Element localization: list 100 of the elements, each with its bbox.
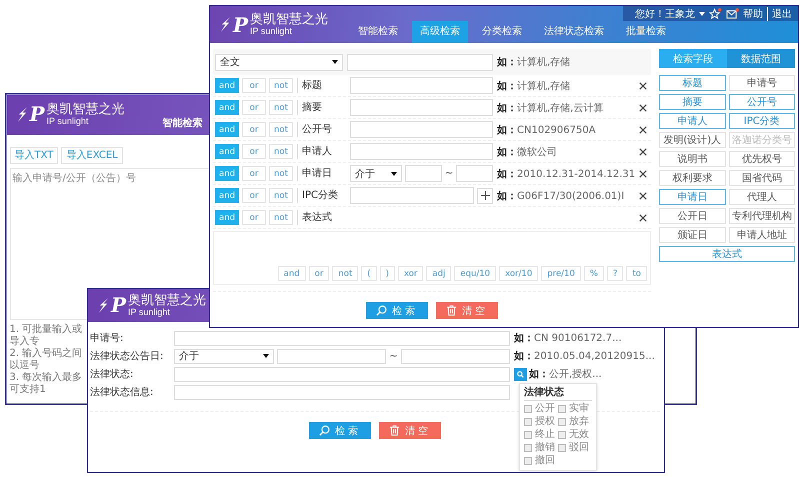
operator-button[interactable]: and (278, 266, 306, 281)
operator-button[interactable]: to (626, 266, 647, 281)
operator-button[interactable]: xor (398, 266, 424, 281)
operator-toggle[interactable]: not (269, 188, 293, 203)
operator-toggle[interactable]: not (269, 144, 293, 159)
operator-toggle[interactable]: and (215, 188, 239, 203)
operator-toggle[interactable]: or (242, 210, 266, 225)
operator-button[interactable]: or (308, 266, 330, 281)
input-field[interactable] (174, 330, 510, 346)
remove-icon[interactable] (639, 192, 647, 200)
checkbox[interactable] (558, 418, 566, 426)
nav-tab[interactable]: 法律状态检索 (536, 21, 612, 43)
checkbox[interactable] (524, 405, 532, 413)
nav-tab[interactable]: 智能检索 (350, 21, 406, 43)
field-toggle[interactable]: 权利要求 (659, 170, 726, 186)
user-greeting[interactable]: 您好！王象龙 (635, 6, 695, 20)
checkbox[interactable] (524, 418, 532, 426)
nav-tab[interactable]: 批量检索 (618, 21, 674, 43)
add-button[interactable] (477, 188, 493, 204)
operator-toggle[interactable]: or (242, 188, 266, 203)
clear-button[interactable]: 清空 (436, 302, 498, 319)
field-toggle[interactable]: 专利代理机构 (728, 208, 795, 224)
field-toggle[interactable]: IPC分类 (728, 113, 795, 129)
input-field[interactable] (350, 121, 493, 138)
panel-tab[interactable]: 检索字段 (659, 49, 727, 68)
import-button[interactable]: 导入EXCEL (61, 146, 123, 164)
operator-toggle[interactable]: and (215, 166, 239, 181)
star-icon[interactable] (709, 8, 722, 20)
operator-toggle[interactable]: not (269, 166, 293, 181)
input-field[interactable] (174, 366, 510, 382)
remove-icon[interactable] (639, 82, 647, 90)
nav-tab[interactable]: 分类检索 (474, 21, 530, 43)
field-toggle[interactable]: 颁证日 (659, 227, 726, 243)
checkbox[interactable] (558, 405, 566, 413)
remove-icon[interactable] (639, 170, 647, 178)
checkbox[interactable] (524, 431, 532, 439)
input-field[interactable] (405, 165, 442, 182)
header-link[interactable]: 退出 (767, 6, 792, 20)
input-field[interactable] (400, 348, 510, 364)
operator-button[interactable]: adj (426, 266, 452, 281)
search-button[interactable]: 检索 (366, 302, 428, 319)
field-toggle[interactable]: 申请日 (659, 189, 726, 205)
operator-toggle[interactable]: and (215, 100, 239, 115)
operator-toggle[interactable]: or (242, 78, 266, 93)
field-toggle[interactable]: 摘要 (659, 94, 726, 110)
field-toggle[interactable]: 公开号 (728, 94, 795, 110)
import-button[interactable]: 导入TXT (10, 146, 58, 164)
operator-button[interactable]: ? (606, 266, 624, 281)
mail-icon[interactable] (726, 8, 739, 19)
field-toggle[interactable]: 标题 (659, 75, 726, 91)
operator-toggle[interactable]: not (269, 78, 293, 93)
field-toggle[interactable]: 代理人 (728, 189, 795, 205)
remove-icon[interactable] (639, 148, 647, 156)
operator-toggle[interactable]: not (269, 122, 293, 137)
operator-toggle[interactable]: or (242, 144, 266, 159)
input-field[interactable] (350, 77, 493, 94)
dropdown[interactable]: 介于 (174, 348, 274, 364)
clear-button[interactable]: 清空 (379, 422, 441, 439)
operator-button[interactable]: xor/10 (499, 266, 538, 281)
field-toggle[interactable]: 表达式 (659, 246, 795, 262)
field-toggle[interactable]: 公开日 (659, 208, 726, 224)
remove-icon[interactable] (639, 214, 647, 222)
field-toggle[interactable]: 优先权号 (728, 151, 795, 167)
remove-icon[interactable] (639, 126, 647, 134)
dropdown[interactable]: 介于 (350, 165, 402, 182)
operator-button[interactable]: ( (361, 266, 377, 281)
operator-button[interactable]: equ/10 (454, 266, 496, 281)
operator-button[interactable]: ) (380, 266, 395, 281)
dropdown[interactable]: 全文 (215, 54, 343, 70)
nav-tab[interactable]: 高级检索 (412, 21, 468, 43)
operator-toggle[interactable]: and (215, 78, 239, 93)
operator-toggle[interactable]: not (269, 100, 293, 115)
panel-tab[interactable]: 数据范围 (727, 49, 795, 68)
header-link[interactable]: 帮助 (743, 6, 763, 20)
operator-toggle[interactable]: and (215, 122, 239, 137)
input-field[interactable] (174, 384, 510, 400)
field-toggle[interactable]: 申请号 (728, 75, 795, 91)
checkbox[interactable] (524, 457, 532, 465)
input-field[interactable] (277, 348, 386, 364)
field-toggle[interactable]: 国省代码 (728, 170, 795, 186)
operator-toggle[interactable]: or (242, 166, 266, 181)
operator-toggle[interactable]: and (215, 210, 239, 225)
expression-field[interactable]: and or not ( ) xor adj equ/10 xor/10 pre/10 % ? to (213, 231, 651, 285)
input-field[interactable] (350, 99, 493, 116)
input-field[interactable] (350, 187, 474, 204)
operator-button[interactable]: not (332, 266, 358, 281)
field-toggle[interactable]: 申请人地址 (728, 227, 795, 243)
operator-toggle[interactable]: and (215, 144, 239, 159)
input-field[interactable] (456, 165, 494, 182)
field-toggle[interactable]: 说明书 (659, 151, 726, 167)
operator-button[interactable]: % (584, 266, 604, 281)
operator-toggle[interactable]: not (269, 210, 293, 225)
operator-toggle[interactable]: or (242, 100, 266, 115)
checkbox[interactable] (558, 444, 566, 452)
field-toggle[interactable]: 申请人 (659, 113, 726, 129)
input-field[interactable] (350, 143, 493, 160)
input-field[interactable] (347, 54, 493, 70)
operator-button[interactable]: pre/10 (541, 266, 581, 281)
remove-icon[interactable] (639, 104, 647, 112)
checkbox[interactable] (558, 431, 566, 439)
